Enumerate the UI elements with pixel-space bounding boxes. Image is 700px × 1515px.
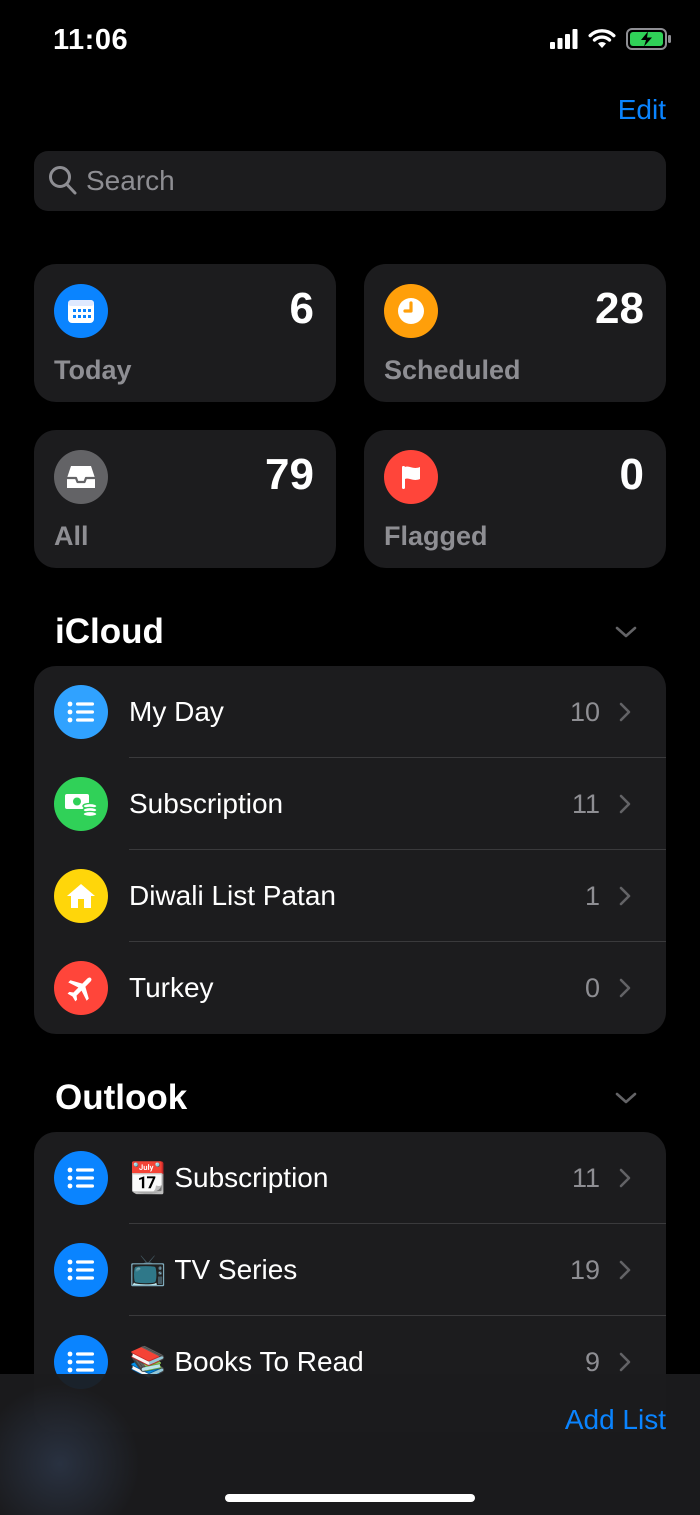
chevron-right-icon: [619, 978, 631, 998]
status-time: 11:06: [53, 24, 129, 56]
chevron-right-icon: [619, 886, 631, 906]
chevron-right-icon: [619, 794, 631, 814]
bottom-toolbar: Add List: [0, 1374, 700, 1515]
icloud-list-card: My Day 10 Subscription 11 Diwali List Pa…: [34, 666, 666, 1034]
money-icon: [54, 777, 108, 831]
list-item-subscription-outlook[interactable]: 📆 Subscription 11: [34, 1132, 666, 1224]
list-name: 📺 TV Series: [129, 1224, 297, 1316]
search-field[interactable]: Search: [34, 151, 666, 211]
list-count: 10: [569, 696, 600, 727]
list-name: My Day: [129, 696, 224, 727]
calendar-emoji-icon: 📆: [129, 1160, 167, 1196]
airplane-icon: [54, 961, 108, 1015]
search-placeholder: Search: [86, 165, 175, 196]
tile-count: 79: [265, 450, 314, 499]
edit-button[interactable]: Edit: [618, 94, 666, 126]
chevron-right-icon: [619, 1260, 631, 1280]
tile-today[interactable]: 6 Today: [34, 264, 336, 402]
home-indicator[interactable]: [225, 1494, 475, 1502]
tile-count: 6: [289, 284, 314, 333]
chevron-down-icon[interactable]: [614, 1090, 638, 1106]
list-item-diwali-list-patan[interactable]: Diwali List Patan 1: [34, 850, 666, 942]
tile-flagged[interactable]: 0 Flagged: [364, 430, 666, 568]
cellular-signal-icon: [550, 29, 578, 49]
chevron-down-icon[interactable]: [614, 624, 638, 640]
section-title-outlook: Outlook: [55, 1078, 188, 1117]
tray-icon: [54, 450, 108, 504]
chevron-right-icon: [619, 1168, 631, 1188]
flag-icon: [384, 450, 438, 504]
battery-charging-icon: [626, 28, 671, 50]
clock-icon: [384, 284, 438, 338]
list-count: 11: [571, 788, 600, 819]
search-icon: [49, 166, 77, 195]
list-item-tv-series[interactable]: 📺 TV Series 19: [34, 1224, 666, 1316]
wifi-icon: [588, 29, 616, 48]
tile-label: All: [54, 521, 89, 551]
tile-label: Flagged: [384, 521, 488, 551]
chevron-right-icon: [619, 702, 631, 722]
calendar-icon: [54, 284, 108, 338]
list-count: 11: [571, 1162, 600, 1193]
list-name: 📆 Subscription: [129, 1132, 328, 1224]
tile-all[interactable]: 79 All: [34, 430, 336, 568]
chevron-right-icon: [619, 1352, 631, 1372]
list-count: 1: [584, 880, 600, 911]
tile-count: 0: [619, 450, 644, 499]
list-count: 19: [569, 1254, 600, 1285]
list-item-turkey[interactable]: Turkey 0: [34, 942, 666, 1034]
list-count: 0: [584, 972, 600, 1003]
list-item-subscription[interactable]: Subscription 11: [34, 758, 666, 850]
list-name-text: Subscription: [174, 1162, 329, 1193]
list-name: Diwali List Patan: [129, 880, 336, 911]
list-icon: [54, 1151, 108, 1205]
status-bar: 11:06: [0, 0, 700, 80]
add-list-button[interactable]: Add List: [565, 1404, 666, 1436]
tile-label: Scheduled: [384, 355, 521, 385]
section-title-icloud: iCloud: [55, 612, 164, 651]
list-name-text: TV Series: [174, 1254, 298, 1285]
tile-label: Today: [54, 355, 132, 385]
list-item-my-day[interactable]: My Day 10: [34, 666, 666, 758]
list-icon: [54, 685, 108, 739]
list-name: Subscription: [129, 788, 284, 819]
tile-count: 28: [595, 284, 644, 333]
list-icon: [54, 1243, 108, 1297]
list-name: Turkey: [129, 972, 214, 1003]
house-icon: [54, 869, 108, 923]
status-icons: [550, 28, 672, 50]
tile-scheduled[interactable]: 28 Scheduled: [364, 264, 666, 402]
television-emoji-icon: 📺: [129, 1252, 167, 1288]
